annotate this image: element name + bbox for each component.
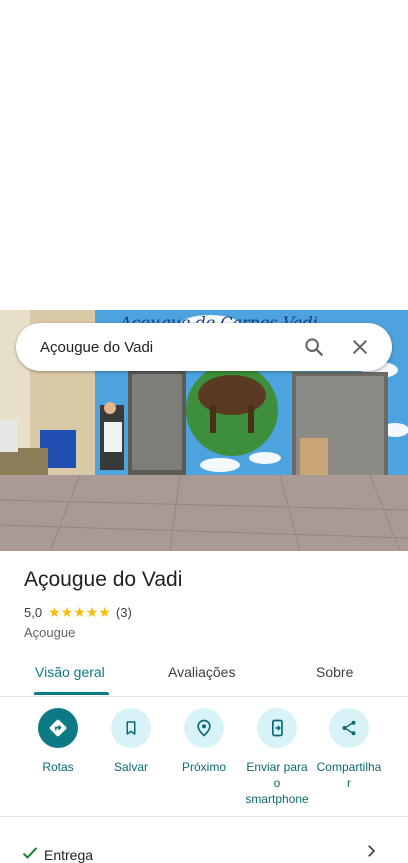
close-icon — [353, 340, 367, 354]
search-input[interactable]: Açougue do Vadi — [40, 339, 300, 356]
bookmark-icon — [126, 721, 136, 735]
send-to-phone-icon — [272, 719, 283, 737]
share-label: Compartilha r — [317, 759, 382, 791]
share-button[interactable]: Compartilha r — [309, 708, 389, 791]
place-title: Açougue do Vadi — [24, 568, 183, 591]
share-label-line-1: Compartilha — [316, 760, 382, 774]
check-icon — [22, 847, 38, 859]
feature-label: Entrega — [44, 847, 94, 863]
rating-value: 5,0 — [24, 604, 43, 620]
save-label: Salvar — [113, 760, 148, 774]
share-icon — [342, 720, 356, 736]
directions-label: Rotas — [42, 760, 74, 774]
nearby-button[interactable]: Próximo — [164, 708, 244, 775]
place-category: Açougue — [24, 625, 76, 640]
rating-stars: ★ ★ ★ ★ ★ — [48, 605, 111, 619]
star-icon: ★ — [98, 604, 111, 620]
star-icon: ★ — [73, 604, 86, 620]
nearby-icon — [197, 719, 211, 737]
search-button[interactable] — [300, 333, 328, 361]
action-buttons: Rotas Salvar Próximo Enviar para o smart… — [0, 708, 408, 808]
tab-bar: Visão geral Avaliações Sobre — [0, 650, 408, 697]
send-to-phone-label-line-2: o — [273, 776, 281, 790]
chevron-right-icon — [368, 845, 376, 857]
section-divider — [0, 816, 408, 817]
nearby-button-circle — [184, 708, 224, 748]
directions-button[interactable]: Rotas — [18, 708, 98, 775]
save-button-circle — [111, 708, 151, 748]
send-to-phone-label-line-1: Enviar para — [246, 760, 308, 774]
send-to-phone-button-circle — [257, 708, 297, 748]
save-button[interactable]: Salvar — [91, 708, 171, 775]
active-tab-indicator — [34, 692, 109, 695]
star-icon: ★ — [48, 604, 61, 620]
reviews-count: (3) — [115, 604, 132, 620]
star-icon: ★ — [85, 604, 99, 620]
directions-button-circle — [38, 708, 78, 748]
feature-row-delivery[interactable]: Entrega — [0, 836, 408, 863]
search-bar[interactable]: Açougue do Vadi — [16, 323, 392, 371]
star-icon: ★ — [60, 604, 74, 620]
rating-row[interactable]: 5,0 ★ ★ ★ ★ ★ (3) — [24, 603, 132, 621]
directions-icon — [49, 719, 67, 737]
share-button-circle — [329, 708, 369, 748]
close-button[interactable] — [346, 333, 374, 361]
nearby-label: Próximo — [181, 760, 226, 774]
search-icon — [305, 338, 323, 356]
tab-overview[interactable]: Visão geral — [35, 664, 105, 680]
map-area[interactable] — [0, 0, 408, 310]
share-label-line-2: r — [346, 776, 351, 790]
send-to-phone-label: Enviar para o smartphone — [245, 759, 308, 807]
tab-about[interactable]: Sobre — [316, 664, 353, 680]
send-to-phone-button[interactable]: Enviar para o smartphone — [237, 708, 317, 807]
tab-reviews[interactable]: Avaliações — [168, 664, 235, 680]
send-to-phone-label-line-3: smartphone — [245, 792, 309, 806]
